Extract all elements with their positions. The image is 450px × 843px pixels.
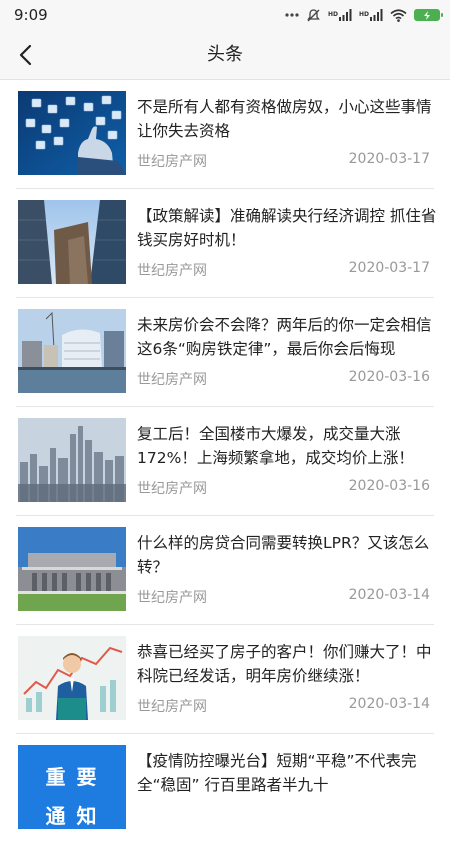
status-icons: HD HD — [285, 8, 443, 23]
page-title: 头条 — [207, 44, 243, 65]
wifi-icon — [390, 8, 407, 22]
news-title: 【疫情防控曝光台】短期“平稳”不代表完全“稳固” 行百里路者半九十 — [137, 752, 417, 794]
news-title: 未来房价会不会降？两年后的你一定会相信这6条“购房铁定律”，最后你会后悔现 — [137, 316, 432, 358]
news-thumbnail-notice: 重 要 通 知 — [18, 745, 126, 829]
news-item[interactable]: 未来房价会不会降？两年后的你一定会相信这6条“购房铁定律”，最后你会后悔现 世纪… — [16, 298, 434, 407]
news-title: 恭喜已经买了房子的客户！你们赚大了！中科院已经发话，明年房价继续涨！ — [137, 643, 432, 685]
news-title: 什么样的房贷合同需要转换LPR？又该怎么转？ — [137, 534, 430, 576]
news-item[interactable]: 什么样的房贷合同需要转换LPR？又该怎么转？ 世纪房产网 2020-03-14 — [16, 516, 434, 625]
news-date: 2020-03-16 — [348, 369, 430, 385]
battery-charging-icon — [414, 9, 443, 21]
news-feed[interactable]: 不是所有人都有资格做房奴，小心这些事情让你失去资格 世纪房产网 2020-03-… — [0, 80, 450, 843]
news-date: 2020-03-16 — [348, 478, 430, 494]
news-thumbnail-speaker-chart — [18, 636, 126, 720]
news-date: 2020-03-17 — [348, 260, 430, 276]
signal-icon-1: HD — [328, 9, 352, 21]
notice-line-1: 重 要 — [45, 765, 99, 789]
news-date: 2020-03-17 — [348, 151, 430, 167]
news-source: 世纪房产网 — [137, 154, 207, 170]
news-source: 世纪房产网 — [137, 590, 207, 606]
status-time: 9:09 — [14, 6, 48, 24]
news-title: 【政策解读】准确解读央行经济调控 抓住省钱买房好时机！ — [137, 207, 437, 249]
nav-bar: 头条 — [0, 30, 450, 80]
news-thumbnail-bank-building — [18, 527, 126, 611]
news-item[interactable]: 重 要 通 知 【疫情防控曝光台】短期“平稳”不代表完全“稳固” 行百里路者半九… — [16, 734, 434, 843]
news-item[interactable]: 不是所有人都有资格做房奴，小心这些事情让你失去资格 世纪房产网 2020-03-… — [16, 80, 434, 189]
news-date: 2020-03-14 — [348, 696, 430, 712]
news-item[interactable]: 复工后！全国楼市大爆发，成交量大涨172%！上海频繁拿地，成交均价上涨！ 世纪房… — [16, 407, 434, 516]
news-item[interactable]: 【政策解读】准确解读央行经济调控 抓住省钱买房好时机！ 世纪房产网 2020-0… — [16, 189, 437, 298]
news-source: 世纪房产网 — [137, 481, 207, 497]
more-dots-icon — [285, 13, 299, 17]
news-thumbnail-waterfront — [18, 309, 126, 393]
news-date: 2020-03-14 — [348, 587, 430, 603]
status-bar: 9:09 HD HD — [0, 0, 450, 30]
news-title: 复工后！全国楼市大爆发，成交量大涨172%！上海频繁拿地，成交均价上涨！ — [137, 425, 414, 467]
news-thumbnail-skyscrapers — [18, 200, 126, 284]
news-title: 不是所有人都有资格做房奴，小心这些事情让你失去资格 — [137, 98, 432, 140]
news-item[interactable]: 恭喜已经买了房子的客户！你们赚大了！中科院已经发话，明年房价继续涨！ 世纪房产网… — [16, 625, 434, 734]
notice-line-2: 通 知 — [45, 804, 99, 828]
news-source: 世纪房产网 — [137, 699, 207, 715]
signal-icon-2: HD — [359, 9, 383, 21]
news-source: 世纪房产网 — [137, 372, 207, 388]
news-thumbnail-city-skyline — [18, 418, 126, 502]
news-thumbnail-money-touch — [18, 91, 126, 175]
news-source: 世纪房产网 — [137, 263, 207, 279]
mute-icon — [306, 8, 321, 23]
